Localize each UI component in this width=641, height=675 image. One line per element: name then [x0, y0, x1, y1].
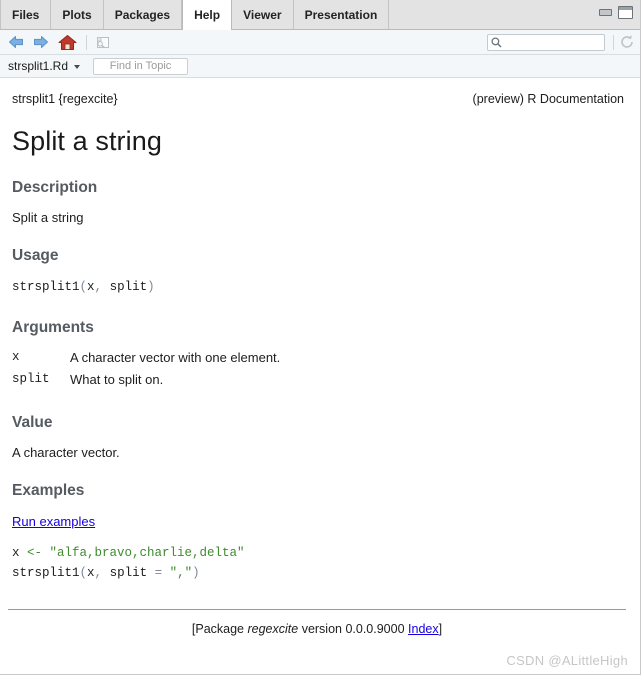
find-in-topic-box[interactable]	[93, 57, 189, 75]
maximize-icon[interactable]	[618, 6, 633, 19]
doc-header-topic: strsplit1 {regexcite}	[12, 92, 118, 106]
pane-tabbar: Files Plots Packages Help Viewer Present…	[0, 0, 640, 30]
minimize-icon[interactable]	[599, 9, 612, 16]
back-arrow-icon[interactable]	[7, 34, 25, 50]
examples-code: x <- "alfa,bravo,charlie,delta" strsplit…	[12, 544, 626, 583]
tab-list: Files Plots Packages Help Viewer Present…	[0, 0, 390, 30]
tab-plots[interactable]: Plots	[51, 0, 104, 29]
argument-description: What to split on.	[70, 372, 164, 388]
chevron-down-icon	[74, 65, 81, 69]
table-row: x A character vector with one element.	[12, 348, 280, 370]
run-examples-link[interactable]: Run examples	[12, 514, 95, 529]
doc-header-source: (preview) R Documentation	[472, 92, 624, 106]
tab-viewer[interactable]: Viewer	[232, 0, 294, 29]
section-heading-examples: Examples	[12, 482, 85, 500]
example-close-paren: )	[192, 565, 200, 580]
help-toolbar	[0, 30, 640, 55]
search-icon	[491, 37, 502, 48]
toolbar-divider	[86, 34, 87, 50]
section-heading-arguments: Arguments	[12, 319, 94, 337]
footer-package-name: regexcite	[247, 622, 299, 637]
arguments-table: x A character vector with one element. s…	[12, 348, 280, 392]
watermark-text: CSDN @ALittleHigh	[506, 653, 628, 668]
value-text: A character vector.	[12, 445, 120, 461]
help-pane: Files Plots Packages Help Viewer Present…	[0, 0, 641, 675]
footer-close: ]	[438, 622, 443, 637]
example-line1-string: "alfa,bravo,charlie,delta"	[49, 546, 245, 561]
topic-toolbar: strsplit1.Rd	[0, 55, 640, 78]
topic-label: strsplit1.Rd	[8, 59, 69, 73]
usage-code: strsplit1(x, split)	[12, 278, 626, 297]
footer-version: version 0.0.0.9000	[298, 622, 409, 637]
tab-packages[interactable]: Packages	[103, 0, 183, 29]
index-link[interactable]: Index	[408, 622, 439, 636]
example-arg-x: x	[87, 565, 95, 580]
usage-open-paren: (	[79, 280, 88, 294]
tab-label: Viewer	[243, 7, 282, 22]
forward-arrow-icon[interactable]	[32, 34, 50, 50]
doc-footer: [Package regexcite version 0.0.0.9000 In…	[8, 609, 626, 636]
find-in-topic-input[interactable]	[96, 59, 185, 73]
example-line2-fn: strsplit1	[12, 565, 80, 580]
tab-presentation[interactable]: Presentation	[293, 0, 390, 29]
tab-label: Presentation	[304, 7, 378, 22]
tab-label: Packages	[114, 7, 171, 22]
window-controls	[599, 6, 633, 19]
usage-arg-x: x	[87, 280, 95, 294]
print-icon[interactable]	[94, 35, 111, 50]
section-heading-usage: Usage	[12, 247, 59, 264]
page-title: Split a string	[12, 126, 162, 156]
section-heading-value: Value	[12, 414, 53, 432]
example-equals: =	[154, 565, 170, 580]
help-document: strsplit1 {regexcite} (preview) R Docume…	[0, 78, 640, 674]
tab-help[interactable]: Help	[182, 0, 233, 30]
footer-open: [Package	[191, 622, 248, 637]
example-line2-string: ","	[169, 565, 193, 580]
argument-name: x	[12, 350, 20, 365]
tab-label: Files	[12, 7, 40, 22]
example-line1-var: x	[12, 546, 28, 561]
table-row: split What to split on.	[12, 370, 280, 392]
example-comma: ,	[94, 565, 110, 580]
refresh-icon[interactable]	[619, 34, 635, 50]
usage-arg-split: split	[109, 280, 148, 294]
usage-fn: strsplit1	[12, 280, 80, 294]
help-search-box[interactable]	[487, 34, 605, 51]
example-arg-split: split	[109, 565, 155, 580]
tab-label: Plots	[62, 7, 92, 22]
doc-header: strsplit1 {regexcite} (preview) R Docume…	[8, 92, 626, 106]
section-heading-description: Description	[12, 179, 98, 196]
usage-close-paren: )	[147, 280, 155, 294]
example-open-paren: (	[79, 565, 88, 580]
description-text: Split a string	[12, 210, 84, 225]
topic-selector[interactable]: strsplit1.Rd	[8, 59, 81, 73]
home-icon[interactable]	[58, 34, 77, 51]
help-search-input[interactable]	[502, 36, 598, 49]
argument-description: A character vector with one element.	[70, 350, 281, 366]
tab-files[interactable]: Files	[0, 0, 52, 29]
tab-label: Help	[194, 8, 221, 22]
argument-name: split	[12, 372, 50, 387]
toolbar-divider-right	[613, 35, 614, 50]
example-assign-operator: <-	[27, 546, 50, 561]
usage-comma: ,	[94, 280, 110, 294]
